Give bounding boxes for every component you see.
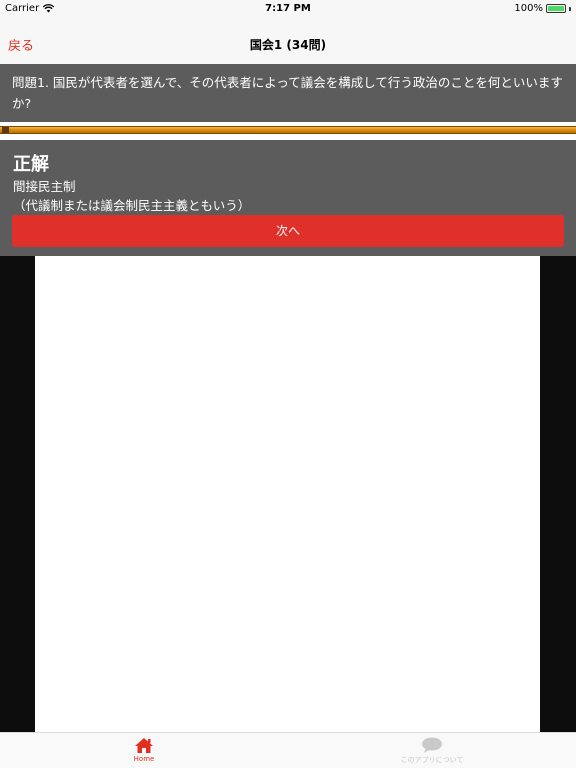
- tab-about[interactable]: このアプリについて: [372, 737, 492, 765]
- answer-note: （代議制または議会制民主主義ともいう）: [13, 198, 251, 213]
- navigation-bar: 戻る 国会1 (34問): [0, 18, 576, 64]
- tab-about-label: このアプリについて: [400, 756, 464, 764]
- next-button[interactable]: 次へ: [12, 215, 564, 247]
- question-box: 問題1. 国民が代表者を選んで、その代表者によって議会を構成して行う政治のことを…: [0, 64, 576, 122]
- tab-bar: Home このアプリについて: [0, 732, 576, 768]
- tab-home[interactable]: Home: [84, 737, 204, 763]
- status-bar: Carrier 7:17 PM 100%: [0, 0, 576, 18]
- answer-text: 間接民主制: [13, 179, 76, 194]
- timer-bar: [0, 126, 576, 134]
- tab-home-label: Home: [133, 755, 155, 763]
- speech-bubble-icon: [422, 737, 442, 753]
- status-time: 7:17 PM: [265, 3, 311, 14]
- battery-cap: [569, 6, 571, 11]
- battery-icon: [546, 4, 566, 13]
- question-text: 問題1. 国民が代表者を選んで、その代表者によって議会を構成して行う政治のことを…: [12, 75, 563, 111]
- home-icon: [135, 738, 153, 753]
- timer-knob: [2, 127, 9, 133]
- status-right: 100%: [514, 3, 571, 14]
- battery-percent: 100%: [514, 3, 543, 14]
- answer-heading: 正解: [13, 154, 49, 175]
- page-title: 国会1 (34問): [249, 38, 327, 52]
